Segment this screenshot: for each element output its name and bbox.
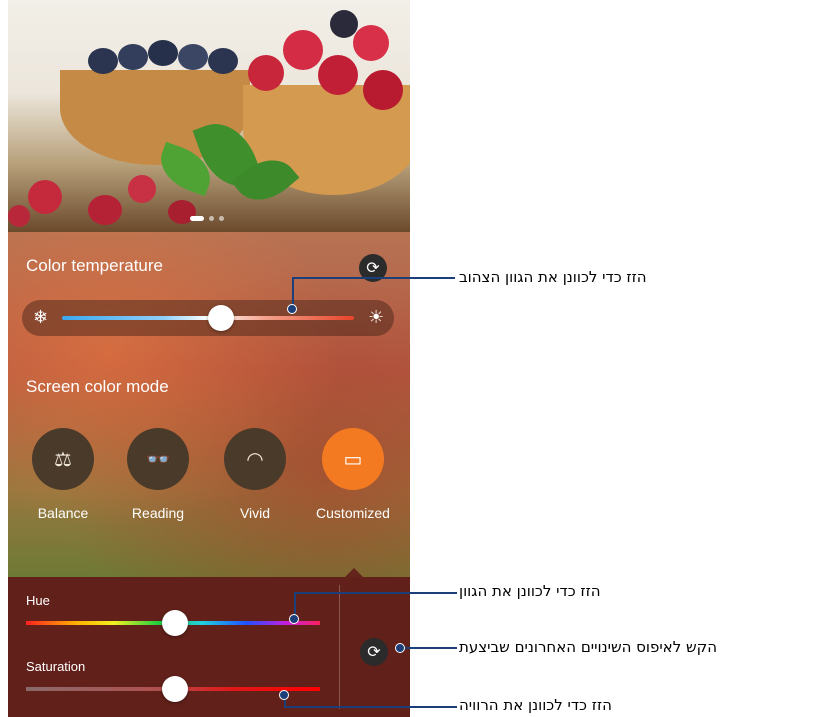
reset-custom-color-button[interactable]: ⟳ bbox=[360, 638, 388, 666]
color-temperature-title: Color temperature bbox=[26, 256, 164, 275]
glasses-icon: 👓 bbox=[127, 428, 189, 490]
wallpaper-preview-image bbox=[8, 0, 410, 232]
mode-label: Balance bbox=[37, 505, 89, 521]
page-indicator bbox=[190, 216, 224, 221]
saturation-callout-text: הזז כדי לכוונן את הרוויה bbox=[459, 696, 612, 714]
saturation-callout-line bbox=[284, 706, 457, 708]
hue-label: Hue bbox=[26, 593, 50, 608]
mode-vivid-button[interactable]: ◠ Vivid bbox=[210, 428, 300, 521]
mode-customized-button[interactable]: ▭ Customized bbox=[308, 428, 398, 521]
screen-color-mode-title: Screen color mode bbox=[26, 377, 169, 396]
scale-icon: ⚖ bbox=[32, 428, 94, 490]
customize-icon: ▭ bbox=[322, 428, 384, 490]
color-temperature-thumb[interactable] bbox=[208, 305, 234, 331]
sun-icon: ☀ bbox=[368, 307, 385, 327]
mode-label: Vivid bbox=[239, 505, 271, 521]
saturation-slider-thumb[interactable] bbox=[162, 676, 188, 702]
hue-callout-line bbox=[294, 592, 457, 594]
custom-color-sheet: Hue Saturation ⟳ bbox=[8, 568, 410, 717]
rainbow-icon: ◠ bbox=[224, 428, 286, 490]
color-temperature-slider[interactable]: ❄ ☀ bbox=[22, 300, 394, 336]
mode-reading-button[interactable]: 👓 Reading bbox=[113, 428, 203, 521]
reset-callout-dot bbox=[395, 643, 405, 653]
mode-label: Reading bbox=[131, 505, 185, 521]
mode-balance-button[interactable]: ⚖ Balance bbox=[18, 428, 108, 521]
temperature-callout-text: הזז כדי לכוונן את הגוון הצהוב bbox=[459, 268, 647, 286]
reset-callout-line bbox=[401, 647, 457, 649]
hue-callout-text: הזז כדי לכוונן את הגוון bbox=[459, 582, 601, 600]
snowflake-icon: ❄ bbox=[33, 307, 49, 327]
saturation-label: Saturation bbox=[26, 659, 86, 674]
hue-callout-dot bbox=[289, 614, 299, 624]
sheet-pointer bbox=[345, 568, 363, 577]
refresh-icon: ⟳ bbox=[367, 644, 381, 661]
divider bbox=[339, 585, 340, 709]
temperature-callout-dot bbox=[287, 304, 297, 314]
reset-callout-text: הקש לאיפוס השינויים האחרונים שביצעת bbox=[459, 638, 718, 656]
display-settings-panel: Color temperature ⟳ ❄ ☀ Screen color mod… bbox=[8, 232, 410, 577]
refresh-icon: ⟳ bbox=[366, 260, 380, 277]
mode-label: Customized bbox=[316, 505, 390, 521]
saturation-callout-dot bbox=[279, 690, 289, 700]
hue-slider-thumb[interactable] bbox=[162, 610, 188, 636]
phone-screen: Color temperature ⟳ ❄ ☀ Screen color mod… bbox=[8, 0, 410, 717]
temperature-callout-line bbox=[292, 277, 455, 279]
